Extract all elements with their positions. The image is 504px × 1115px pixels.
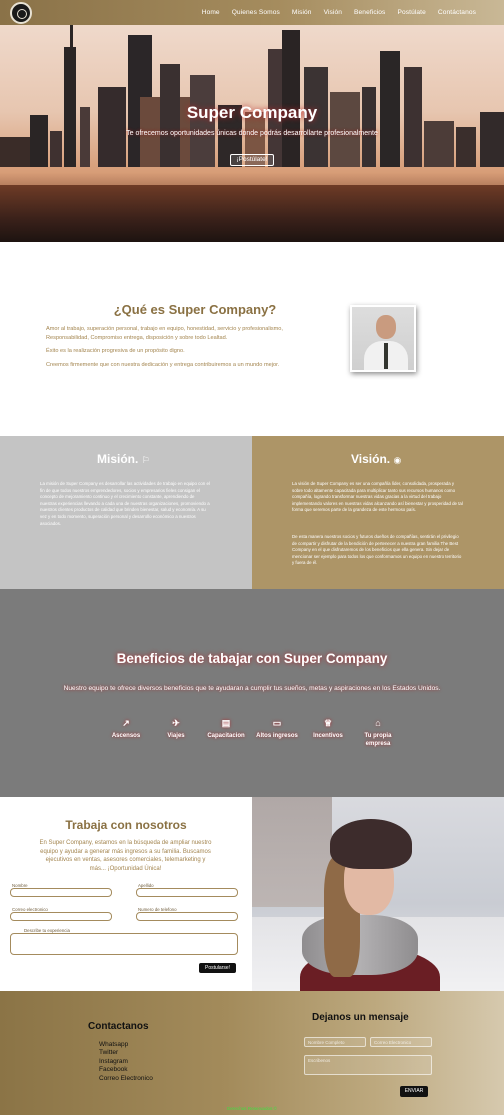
trending-up-icon: ↗ [122, 718, 130, 728]
book-icon: ▤ [221, 718, 231, 728]
hero-title: Super Company [186, 103, 318, 122]
copyright-text: Derechos Reservados © [226, 1106, 278, 1111]
send-button[interactable]: ENVIAR [400, 1086, 428, 1097]
vision-text: De esta manera nuestros socios y futuros… [292, 534, 462, 566]
portrait-image [350, 305, 416, 372]
telefono-field[interactable] [136, 912, 238, 921]
contact-section: Contactanos Dejanos un mensaje [0, 991, 504, 1115]
nav-link-contactanos[interactable]: Contáctanos [432, 9, 482, 16]
benefits-section: Beneficios de tabajar con Super Company … [0, 589, 504, 797]
mision-text: La misión de Super Company es desarrolla… [40, 481, 210, 526]
about-title: ¿Qué es Super Company? [113, 302, 277, 317]
hero-section: Super Company Te ofrecemos oportunidades… [0, 25, 504, 242]
flag-icon: ⚐ [141, 455, 150, 465]
work-text: En Super Company, estamos en la búsqueda… [39, 840, 212, 872]
about-paragraph: Amor al trabajo, superación personal, tr… [46, 326, 283, 341]
correo-field[interactable] [10, 912, 112, 921]
benefit-item: ✈ Viajes [153, 716, 199, 740]
apellido-field[interactable] [136, 888, 238, 897]
vision-section: Visión. ◉ La visión de Super Company es … [252, 436, 504, 589]
benefits-title: Beneficios de tabajar con Super Company [116, 651, 388, 666]
nav-link-quienes-somos[interactable]: Quienes Somos [226, 9, 286, 16]
vision-text: La visión de Super Company es ser una co… [292, 481, 463, 513]
briefcase-icon: ▭ [272, 718, 282, 728]
mision-section: Misión. ⚐ La misión de Super Company es … [0, 436, 252, 589]
message-title: Dejanos un mensaje [312, 1012, 409, 1023]
contact-email-input[interactable]: Correo Electronico [370, 1037, 432, 1047]
benefit-item: ♕ Incentivos [305, 716, 351, 740]
nav-links: Home Quienes Somos Misión Visión Benefic… [196, 0, 482, 25]
nav-link-vision[interactable]: Visión [318, 9, 348, 16]
about-paragraph: Creemos firmemente que con nuestra dedic… [46, 362, 280, 368]
building-icon: ⌂ [375, 718, 381, 728]
about-paragraph: Éxito es la realización progresiva de un… [46, 348, 185, 354]
contact-name-input[interactable]: Nombre Completo [304, 1037, 366, 1047]
nav-link-home[interactable]: Home [196, 9, 226, 16]
nav-link-mision[interactable]: Misión [286, 9, 318, 16]
benefit-item: ↗ Ascensos [103, 716, 149, 740]
navbar: Home Quienes Somos Misión Visión Benefic… [0, 0, 504, 25]
trophy-icon: ♕ [323, 718, 333, 728]
nombre-field[interactable] [10, 888, 112, 897]
postularse-button[interactable]: Postularse! [199, 963, 236, 973]
contact-link-twitter[interactable]: Twitter [99, 1049, 118, 1057]
mision-title: Misión. ⚐ [97, 452, 150, 466]
contact-message-input[interactable]: Escribenos [304, 1055, 432, 1075]
contact-title: Contactanos [88, 1021, 149, 1032]
company-logo-icon[interactable] [10, 2, 32, 24]
nav-link-postulate[interactable]: Postúlate [391, 9, 431, 16]
hero-postulate-button[interactable]: ¡Postúlate! [230, 154, 274, 166]
nav-link-beneficios[interactable]: Beneficios [348, 9, 391, 16]
vision-title: Visión. ◉ [351, 452, 402, 466]
plane-icon: ✈ [172, 718, 180, 728]
woman-photo [252, 797, 504, 991]
benefit-item: ▤ Capacitacion [203, 716, 249, 740]
benefits-subtitle: Nuestro equipo te ofrece diversos benefi… [63, 685, 441, 692]
contact-link-email[interactable]: Correo Electronico [99, 1075, 153, 1083]
benefit-item: ▭ Altos ingresos [254, 716, 300, 740]
eye-icon: ◉ [393, 455, 402, 465]
hero-subtitle: Te ofrecemos oportunidades únicas donde … [126, 130, 378, 137]
contact-link-facebook[interactable]: Facebook [99, 1066, 128, 1074]
benefit-item: ⌂ Tu propia empresa [355, 716, 401, 748]
work-title: Trabaja con nosotros [65, 818, 187, 832]
experiencia-field[interactable] [10, 933, 238, 955]
